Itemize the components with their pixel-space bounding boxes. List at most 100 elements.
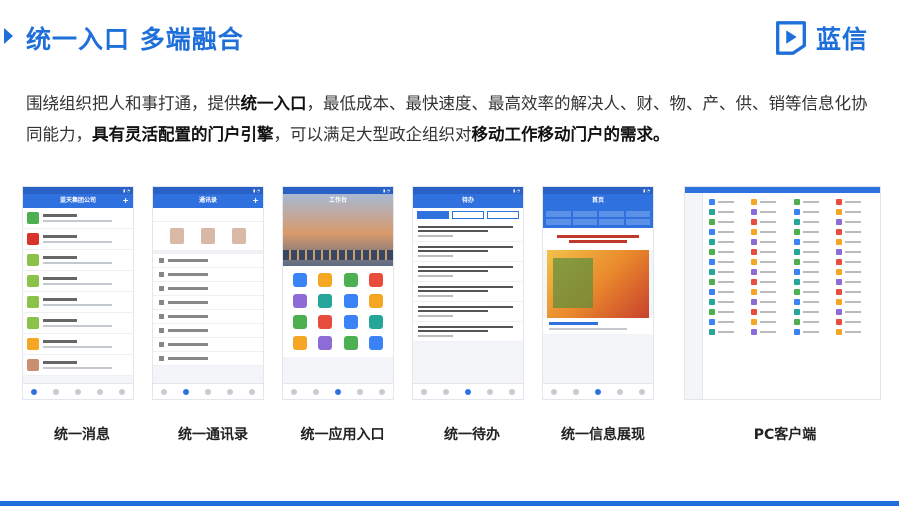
app-icon	[793, 219, 800, 225]
pc-app-item	[793, 249, 832, 255]
caption-unified-contacts: 统一通讯录	[178, 427, 248, 443]
add-icon: +	[122, 196, 129, 205]
news-list	[543, 318, 653, 334]
app-icon	[751, 199, 758, 205]
pc-app-item	[835, 329, 874, 335]
screenshot-info: ▮ ◔ 首页	[542, 186, 654, 400]
status-bar: ▮ ◔	[153, 187, 263, 194]
app-icon	[793, 239, 800, 245]
app-icon	[709, 209, 715, 215]
todo-item	[413, 302, 523, 322]
app-icon	[709, 329, 715, 335]
app-icon	[318, 294, 333, 308]
message-item	[23, 250, 133, 271]
pc-app-item	[751, 199, 789, 205]
status-bar: ▮ ◔	[23, 187, 133, 194]
app-icon	[709, 199, 715, 205]
department-row	[153, 296, 263, 310]
pc-app-item	[793, 229, 832, 235]
department-row	[153, 254, 263, 268]
app-icon	[709, 219, 715, 225]
pc-app-item	[835, 219, 874, 225]
pc-app-item	[751, 279, 789, 285]
pc-app-item	[793, 299, 832, 305]
nav-bar: 工作台	[283, 194, 393, 208]
todo-item	[413, 262, 523, 282]
pc-app-item	[751, 259, 789, 265]
page-title: 统一入口 多端融合	[26, 25, 244, 54]
todo-app-icon	[27, 212, 39, 224]
nav-title: 工作台	[328, 197, 347, 204]
pc-app-item	[835, 299, 874, 305]
group-app-icon	[27, 296, 39, 308]
party-app-icon	[27, 233, 39, 245]
message-item	[23, 292, 133, 313]
department-row	[153, 324, 263, 338]
app-icon	[793, 229, 800, 235]
pc-app-item	[835, 289, 874, 295]
nav-title: 待办	[461, 197, 474, 204]
app-icon	[709, 229, 715, 235]
todo-tabs	[413, 208, 523, 222]
app-icon	[835, 239, 842, 245]
app-icon	[751, 259, 758, 265]
avatar	[232, 228, 247, 244]
pc-app-item	[793, 329, 832, 335]
brand-logo: 蓝信	[772, 19, 868, 57]
app-icon	[318, 273, 333, 287]
pc-app-item	[709, 259, 747, 265]
todo-item	[413, 242, 523, 262]
app-icon	[709, 259, 715, 265]
add-icon: +	[252, 196, 259, 205]
app-icon	[751, 289, 758, 295]
pc-app-item	[751, 239, 789, 245]
pc-app-item	[835, 249, 874, 255]
nav-title: 通讯录	[198, 197, 217, 204]
app-icon	[793, 299, 800, 305]
avatar	[27, 359, 39, 371]
pc-app-item	[751, 309, 789, 315]
pc-app-item	[709, 199, 747, 205]
todo-item	[413, 322, 523, 342]
app-icon	[369, 273, 384, 287]
app-icon	[709, 289, 715, 295]
nav-bar: 首页	[543, 194, 653, 208]
tab-bar	[283, 383, 393, 399]
pc-app-item	[751, 209, 789, 215]
app-icon	[751, 299, 758, 305]
app-icon	[835, 319, 842, 325]
pc-app-item	[709, 239, 747, 245]
pc-app-grid	[703, 193, 880, 399]
app-icon	[318, 336, 333, 350]
pc-app-item	[709, 309, 747, 315]
portal-banner: 工作台	[283, 194, 393, 266]
frequent-contacts	[153, 222, 263, 254]
pc-app-item	[835, 229, 874, 235]
pc-app-item	[751, 249, 789, 255]
app-icon	[793, 249, 800, 255]
nav-title: 蓝天集团公司	[59, 197, 96, 204]
pc-app-item	[709, 229, 747, 235]
department-row	[153, 338, 263, 352]
pc-sidebar	[685, 193, 703, 399]
app-grid	[283, 266, 393, 357]
app-icon	[709, 299, 715, 305]
pc-app-item	[835, 279, 874, 285]
message-item	[23, 271, 133, 292]
app-icon	[835, 249, 842, 255]
app-icon	[835, 199, 842, 205]
headline	[543, 228, 653, 250]
pc-app-item	[751, 289, 789, 295]
caption-pc-client: PC客户端	[753, 427, 817, 443]
app-icon	[709, 279, 715, 285]
pc-app-item	[835, 309, 874, 315]
app-icon	[793, 209, 800, 215]
screenshot-contacts: ▮ ◔ 通讯录 +	[152, 186, 264, 400]
pc-app-item	[751, 329, 789, 335]
caption-unified-messages: 统一消息	[54, 427, 110, 443]
pc-app-item	[751, 299, 789, 305]
app-icon	[835, 269, 842, 275]
app-icon	[835, 229, 842, 235]
pc-app-item	[793, 319, 832, 325]
news-poster	[547, 250, 649, 318]
